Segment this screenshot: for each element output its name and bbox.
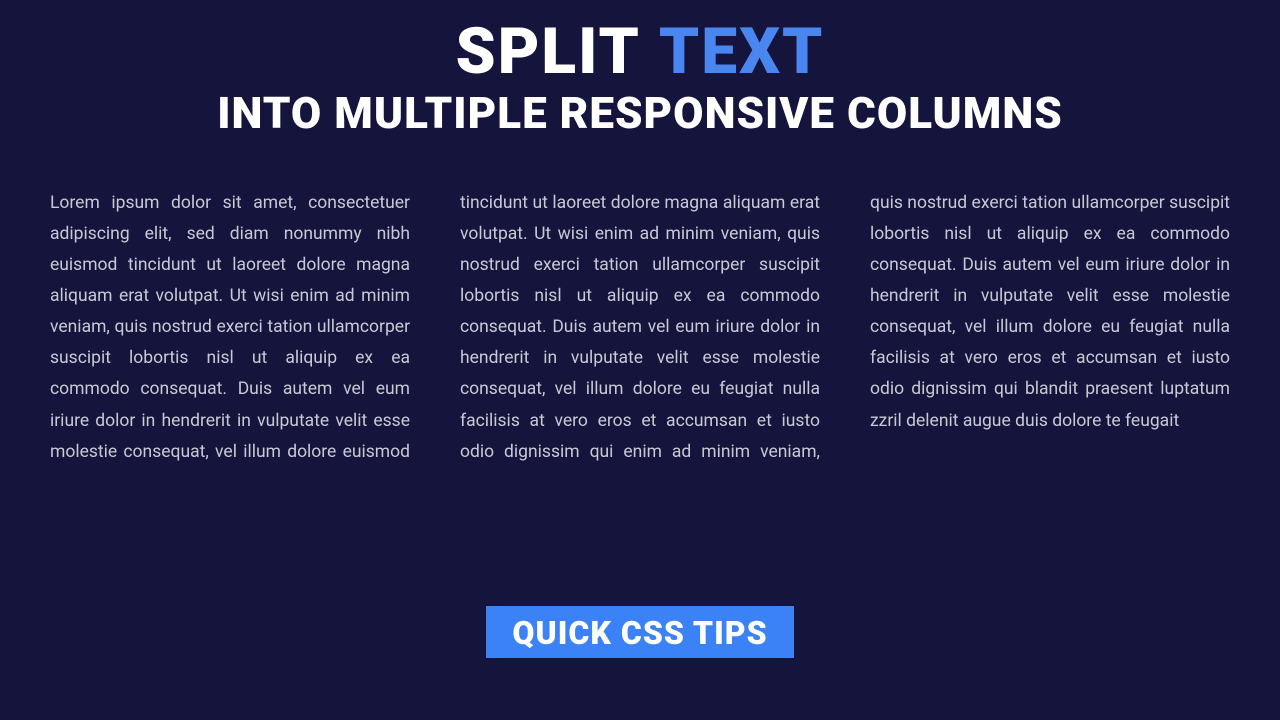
subtitle: INTO MULTIPLE RESPONSIVE COLUMNS <box>217 89 1063 137</box>
body-columns: Lorem ipsum dolor sit amet, consectetuer… <box>50 188 1230 576</box>
badge-quick-css-tips: QUICK CSS TIPS <box>486 606 793 658</box>
title-word-text: TEXT <box>659 14 824 89</box>
main-title: SPLITTEXT <box>456 18 825 85</box>
title-word-split: SPLIT <box>456 14 641 89</box>
